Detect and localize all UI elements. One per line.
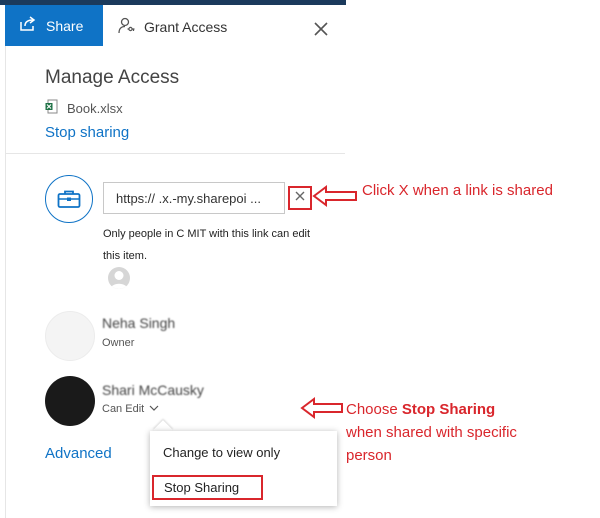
annotation-click-x: Click X when a link is shared — [362, 182, 553, 199]
tab-share-label: Share — [46, 17, 84, 34]
file-info: Book.xlsx — [45, 99, 123, 117]
advanced-link[interactable]: Advanced — [45, 445, 112, 462]
share-link-field[interactable]: https:// .x.-my.sharepoi ... — [103, 182, 285, 214]
annotation-arrow-icon — [312, 185, 357, 207]
menu-item-stop-sharing[interactable]: Stop Sharing — [152, 475, 263, 500]
section-divider — [5, 153, 345, 154]
tab-grant-access[interactable]: Grant Access — [118, 16, 227, 38]
person-role: Owner — [102, 337, 135, 349]
file-name: Book.xlsx — [67, 100, 123, 116]
person-name: Neha Singh — [102, 315, 176, 331]
link-briefcase-icon — [45, 175, 93, 223]
page-title: Manage Access — [45, 67, 180, 88]
close-icon — [294, 189, 306, 207]
annotation-rest: when shared with specific person — [346, 424, 517, 464]
annotation-stop-sharing: Choose Stop Sharing when shared with spe… — [346, 398, 546, 467]
avatar — [108, 267, 130, 289]
share-panel: Share Grant Access Manage Access Book.xl — [5, 5, 345, 518]
tab-share[interactable]: Share — [5, 5, 103, 46]
menu-item-change-to-view-only[interactable]: Change to view only — [163, 445, 280, 460]
close-icon[interactable] — [312, 20, 330, 38]
annotation-arrow-icon — [300, 397, 343, 419]
annotation-bold: Stop Sharing — [401, 401, 496, 418]
annotation-prefix: Choose — [346, 401, 402, 418]
stop-sharing-link[interactable]: Stop sharing — [45, 124, 129, 141]
chevron-down-icon — [149, 403, 159, 415]
person-name: Shari McCausky — [102, 382, 204, 398]
share-icon — [19, 16, 37, 35]
avatar — [45, 376, 95, 426]
tab-grant-access-label: Grant Access — [144, 19, 228, 35]
grant-access-icon — [118, 17, 136, 38]
permission-dropdown[interactable]: Can Edit — [102, 403, 159, 415]
link-permission-text: Only people in C MIT with this link can … — [103, 228, 311, 262]
remove-link-button[interactable] — [288, 186, 312, 210]
excel-file-icon — [45, 99, 58, 117]
avatar — [45, 311, 95, 361]
menu-item-label: Stop Sharing — [164, 480, 240, 495]
permission-label: Can Edit — [102, 403, 145, 415]
panel-border — [5, 5, 6, 518]
permission-menu: Change to view only Stop Sharing — [150, 431, 337, 506]
